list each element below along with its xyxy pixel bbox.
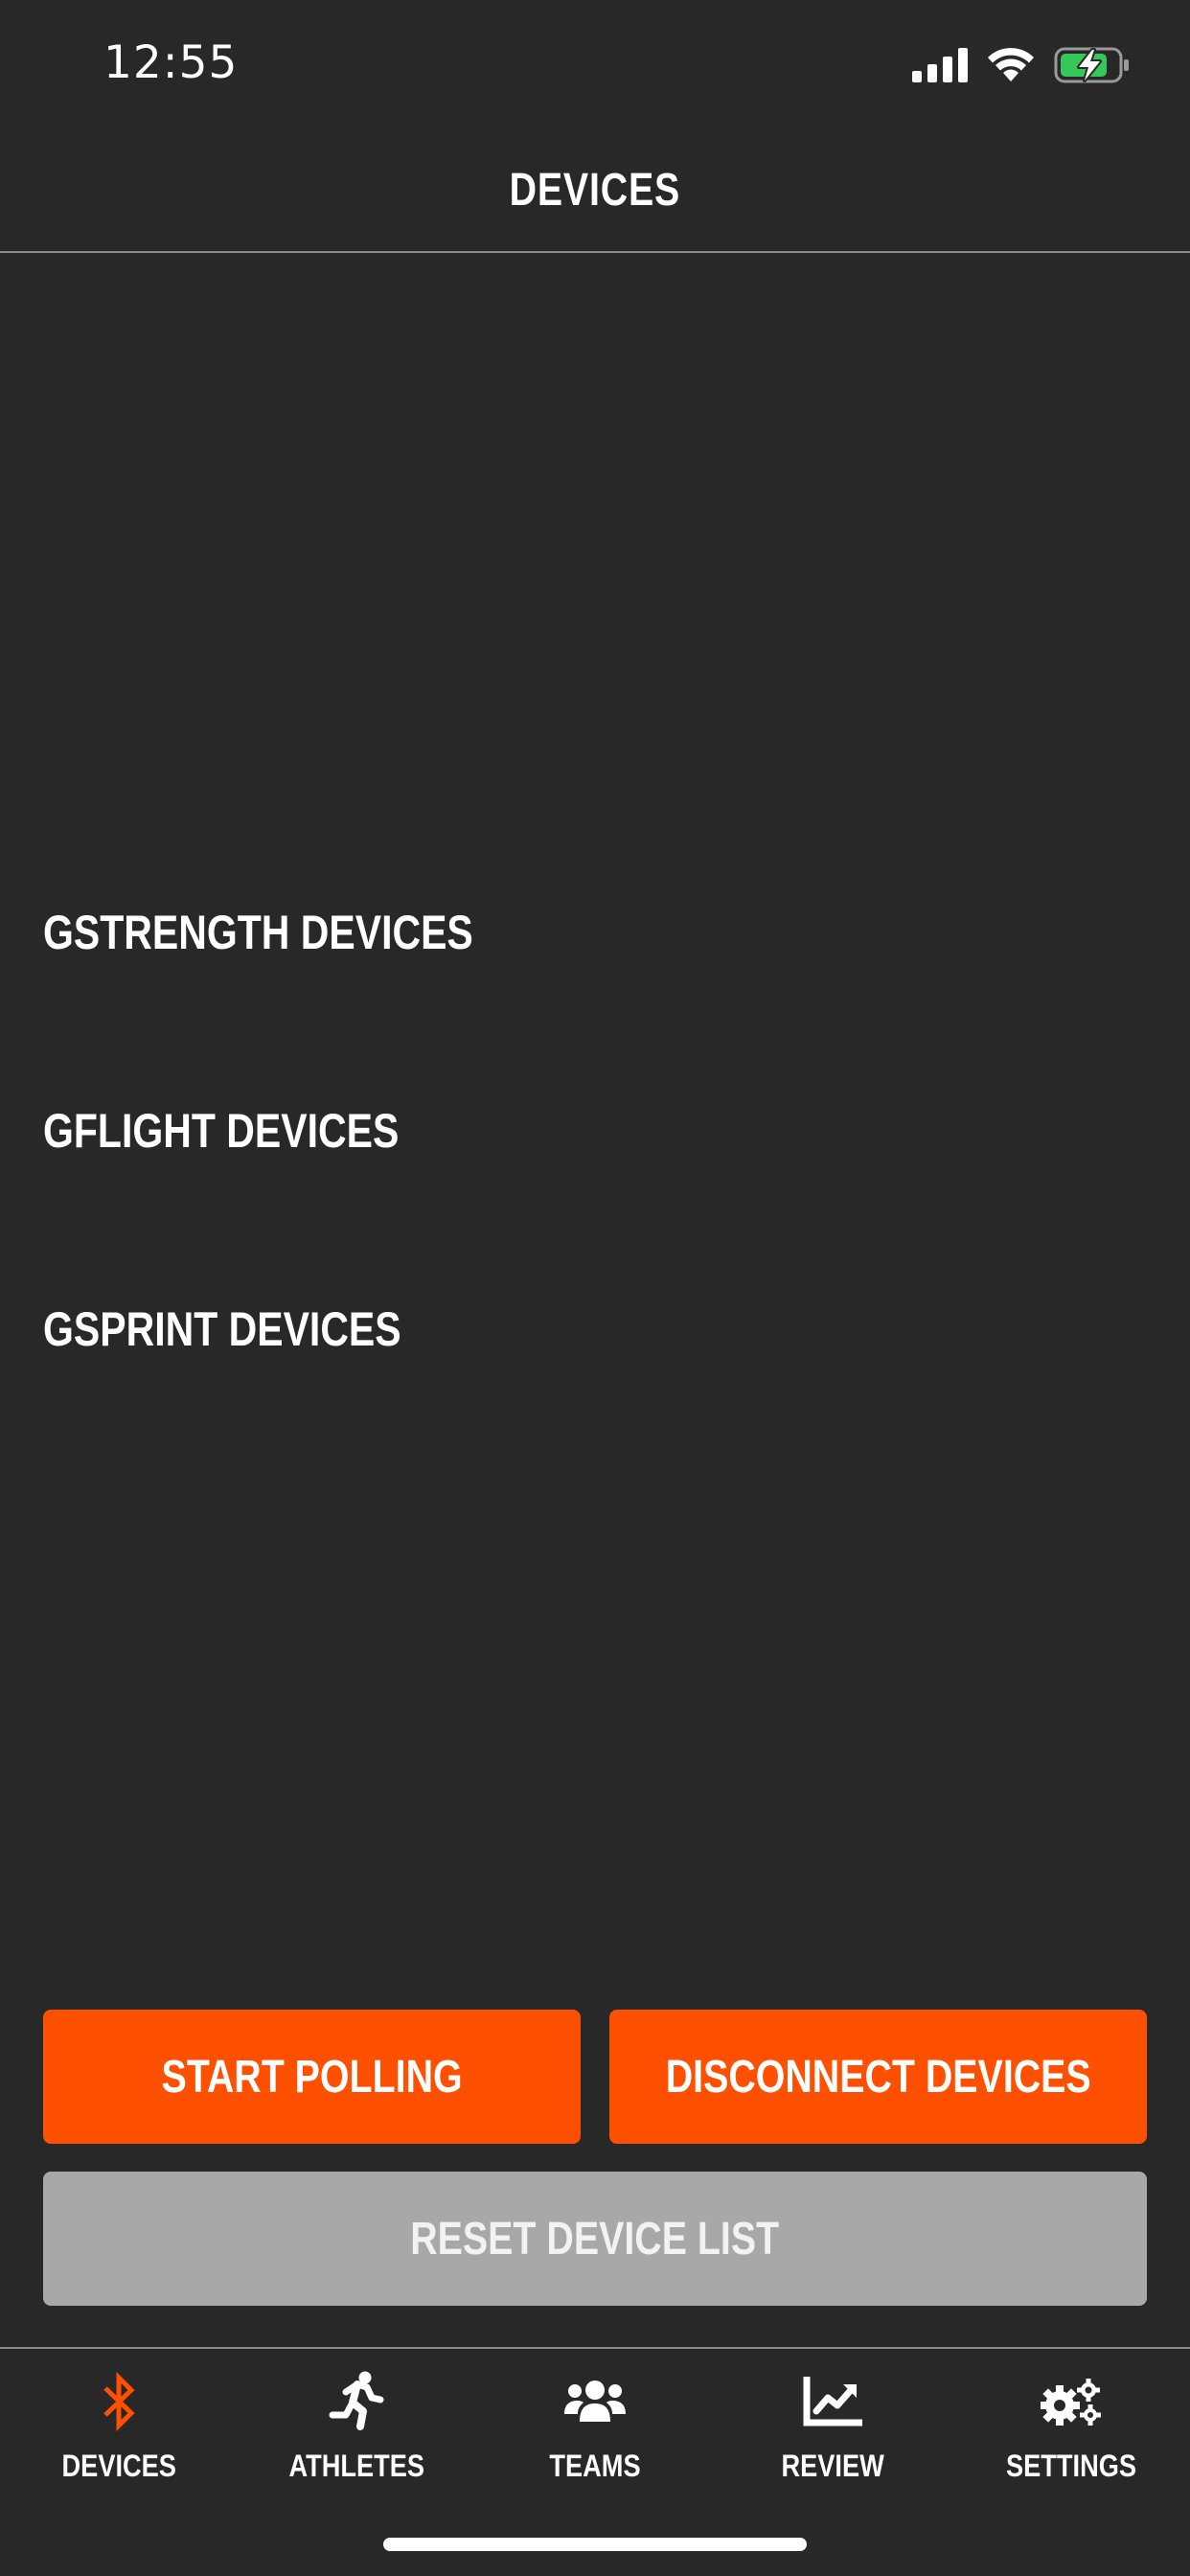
reset-device-list-label: RESET DEVICE LIST — [410, 2213, 780, 2265]
tab-teams-label: TEAMS — [549, 2449, 641, 2483]
cellular-signal-icon — [912, 48, 968, 82]
page-title: DEVICES — [509, 165, 681, 216]
tab-devices-label: DEVICES — [61, 2449, 176, 2483]
status-time: 12:55 — [103, 36, 239, 89]
tab-athletes[interactable]: ATHLETES — [238, 2349, 475, 2502]
running-person-icon — [329, 2368, 384, 2435]
start-polling-label: START POLLING — [161, 2051, 463, 2103]
chart-line-icon — [803, 2368, 862, 2435]
reset-device-list-button[interactable]: RESET DEVICE LIST — [43, 2172, 1147, 2306]
tab-teams[interactable]: TEAMS — [476, 2349, 714, 2502]
bluetooth-icon — [100, 2368, 138, 2435]
tab-review-label: REVIEW — [781, 2449, 884, 2483]
wifi-icon — [988, 48, 1034, 81]
disconnect-devices-label: DISCONNECT DEVICES — [665, 2051, 1091, 2103]
users-icon — [564, 2368, 626, 2435]
tab-athletes-label: ATHLETES — [288, 2449, 424, 2483]
tab-settings[interactable]: SETTINGS — [952, 2349, 1190, 2502]
status-icons — [912, 42, 1131, 88]
navigation-header: DEVICES — [0, 129, 1190, 253]
tab-review[interactable]: REVIEW — [714, 2349, 951, 2502]
disconnect-devices-button[interactable]: DISCONNECT DEVICES — [609, 2010, 1147, 2144]
section-gsprint-devices: GSPRINT DEVICES — [43, 1302, 401, 1356]
section-gstrength-devices: GSTRENGTH DEVICES — [43, 906, 473, 959]
battery-charging-icon — [1054, 47, 1129, 83]
gears-icon — [1041, 2368, 1102, 2435]
status-bar: 12:55 — [0, 0, 1190, 129]
tab-settings-label: SETTINGS — [1005, 2449, 1136, 2483]
start-polling-button[interactable]: START POLLING — [43, 2010, 581, 2144]
tab-devices[interactable]: DEVICES — [0, 2349, 238, 2502]
section-gflight-devices: GFLIGHT DEVICES — [43, 1104, 400, 1158]
home-indicator — [383, 2538, 807, 2551]
